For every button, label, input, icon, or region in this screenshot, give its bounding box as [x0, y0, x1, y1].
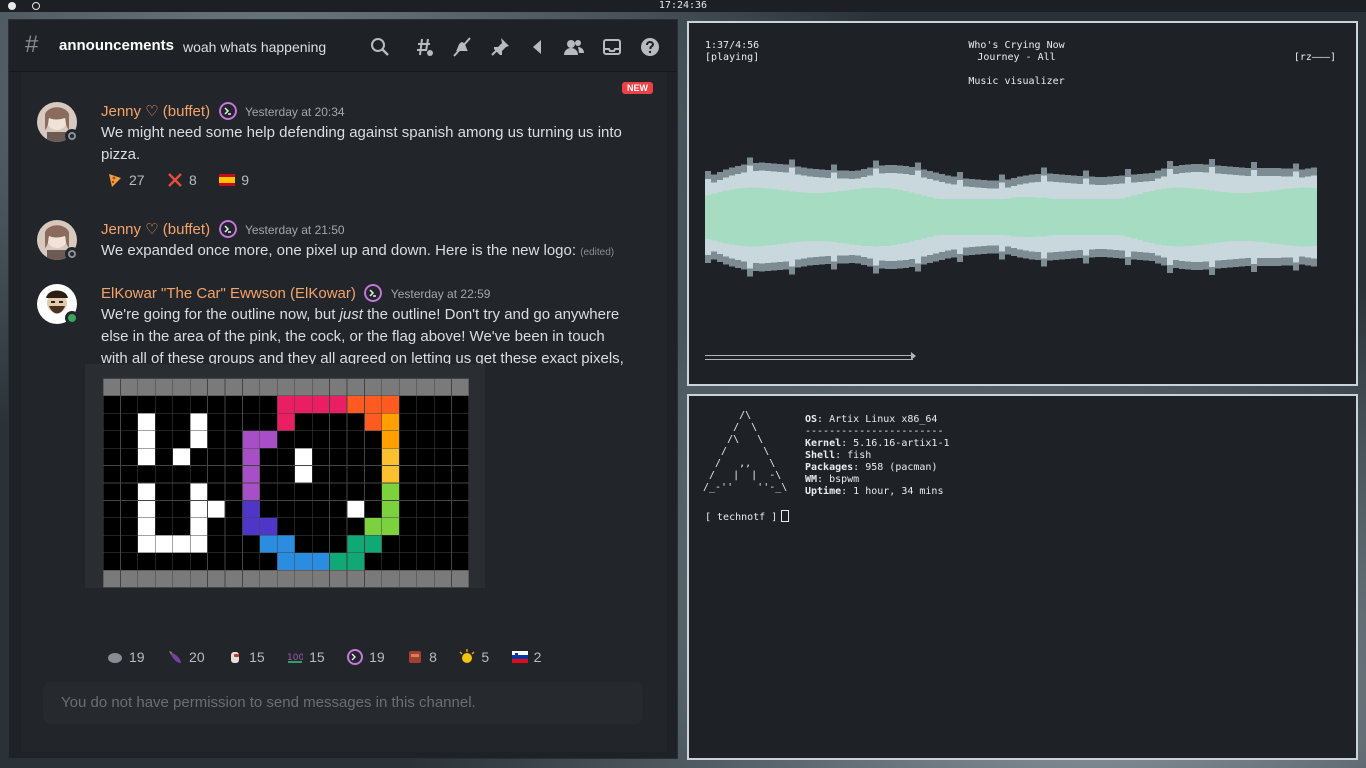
info-os: OS: Artix Linux x86_64 — [805, 414, 938, 425]
repeat-mode: [rz———] — [1293, 52, 1336, 63]
system-info: OS: Artix Linux x86_64 -----------------… — [805, 414, 950, 498]
channel-name: announcements — [59, 37, 175, 54]
song-title: Who's Crying Now — [968, 40, 1065, 51]
help-icon[interactable] — [639, 36, 661, 58]
eww-server-icon — [218, 220, 237, 238]
visualizer-terminal[interactable]: 1:37/4:56 [playing] Who's Crying Now Jou… — [687, 21, 1358, 386]
edited-label: (edited) — [580, 247, 615, 258]
reaction-pizza[interactable]: 27 — [101, 168, 151, 192]
discord-window: # announcements woah whats happening NEW… — [8, 19, 678, 759]
eww-server-icon — [364, 284, 383, 302]
channel-topic[interactable]: woah whats happening — [183, 39, 326, 55]
message-text: We might need some help defending agains… — [101, 124, 622, 163]
reaction-eww[interactable]: 19 — [341, 645, 391, 669]
message-list[interactable]: NEW Jenny ♡ (buffet) Yesterday at 20:34 … — [21, 72, 667, 752]
pizza-icon — [107, 171, 123, 187]
info-packages: Packages: 958 (pacman) — [805, 462, 938, 473]
slovenia-flag-icon — [511, 648, 528, 664]
search-icon[interactable] — [369, 36, 391, 58]
audio-waveform — [705, 157, 1317, 277]
reaction-hundred[interactable]: 100 15 — [281, 645, 331, 669]
inbox-icon[interactable] — [601, 36, 623, 58]
pin-icon[interactable] — [489, 36, 511, 58]
status-indicator — [65, 311, 79, 325]
spain-flag-icon — [219, 171, 236, 187]
eggplant-icon — [167, 648, 183, 664]
status-bar: 17:24:36 — [0, 0, 1366, 12]
amongus-icon — [227, 648, 243, 664]
info-separator: ----------------------- — [805, 426, 944, 437]
channel-hash-icon: # — [25, 31, 39, 58]
message-timestamp: Yesterday at 21:50 — [244, 223, 345, 237]
reaction-bar: 19 20 15 100 15 19 8 5 2 — [101, 645, 553, 669]
status-indicator — [65, 247, 79, 261]
info-kernel: Kernel: 5.16.16-artix1-1 — [805, 438, 950, 449]
fetch-terminal[interactable]: /\ / \ /\ \ / \ / ,, \ / | | -\ /_-'' ''… — [687, 394, 1358, 760]
reaction-meat[interactable]: 8 — [401, 645, 443, 669]
reaction-bar: 27 8 9 — [101, 168, 261, 192]
reaction-clap[interactable]: 5 — [453, 645, 495, 669]
hundred-icon: 100 — [287, 648, 304, 664]
message-author[interactable]: Jenny ♡ (buffet) — [101, 103, 210, 120]
image-attachment[interactable] — [85, 364, 485, 588]
message-text: We expanded once more, one pixel up and … — [101, 242, 615, 259]
clock: 17:24:36 — [658, 0, 708, 11]
visualizer-label: Music visualizer — [968, 76, 1065, 87]
members-icon[interactable] — [563, 36, 585, 58]
info-shell: Shell: fish — [805, 450, 872, 461]
reaction-eggplant[interactable]: 20 — [161, 645, 211, 669]
rock-icon — [107, 648, 123, 664]
threads-icon[interactable] — [413, 36, 435, 58]
reaction-flag-spain[interactable]: 9 — [213, 168, 255, 192]
reaction-cross[interactable]: 8 — [161, 168, 203, 192]
progress-bar[interactable] — [705, 352, 916, 360]
message-timestamp: Yesterday at 20:34 — [244, 105, 345, 119]
reaction-rock[interactable]: 19 — [101, 645, 151, 669]
clap-icon — [459, 648, 475, 664]
pixel-art-logo — [103, 378, 469, 588]
eww-server-icon — [218, 102, 237, 120]
shell-prompt[interactable]: [ technotf ] — [705, 510, 790, 523]
channel-header: # announcements woah whats happening — [9, 20, 677, 72]
message-input-disabled: You do not have permission to send messa… — [43, 682, 643, 724]
status-indicator — [65, 129, 79, 143]
text-cursor — [781, 510, 790, 522]
cross-icon — [167, 171, 183, 187]
eww-icon — [347, 648, 364, 665]
message-author[interactable]: ElKowar "The Car" Ewwson (ElKowar) — [101, 285, 356, 302]
meat-icon — [407, 648, 423, 664]
artix-ascii-logo: /\ / \ /\ \ / \ / ,, \ / | | -\ /_-'' ''… — [703, 410, 788, 493]
info-uptime: Uptime: 1 hour, 34 mins — [805, 486, 944, 497]
album-name: Journey - All — [977, 52, 1056, 63]
message-timestamp: Yesterday at 22:59 — [390, 287, 491, 301]
new-messages-badge: NEW — [622, 82, 653, 94]
back-icon[interactable] — [527, 36, 549, 58]
reaction-amongus[interactable]: 15 — [221, 645, 271, 669]
message-author[interactable]: Jenny ♡ (buffet) — [101, 221, 210, 238]
info-wm: WM: bspwm — [805, 474, 860, 485]
reaction-flag-slovenia[interactable]: 2 — [506, 645, 548, 669]
mute-icon[interactable] — [451, 36, 473, 58]
